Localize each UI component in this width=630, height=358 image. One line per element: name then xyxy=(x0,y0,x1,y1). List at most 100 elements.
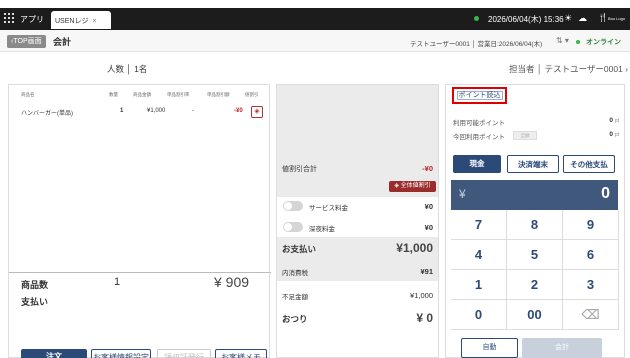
status-dot-icon xyxy=(474,16,479,21)
all-discount-label: 全体値割引 xyxy=(400,183,431,189)
staff-selector[interactable]: 担当者 │ テストユーザー0001 › xyxy=(509,63,628,75)
point-read-label: ポイント読込 xyxy=(456,91,503,100)
use-all-points-field[interactable]: 全額 xyxy=(513,131,537,140)
display-value: 0 xyxy=(601,185,610,202)
item-amount: -¥0 xyxy=(234,108,243,114)
divider xyxy=(9,272,271,273)
discount-total-value: -¥0 xyxy=(422,164,433,173)
people-count[interactable]: 人数 │ 1名 xyxy=(107,63,147,75)
item-count-label: 商品数 xyxy=(21,280,49,290)
item-discount-button[interactable]: ◈ xyxy=(251,106,263,118)
item-rate: - xyxy=(192,108,194,114)
late-night-toggle[interactable] xyxy=(283,222,303,232)
shortage-value: ¥1,000 xyxy=(410,291,433,300)
key-8[interactable]: 8 xyxy=(507,210,563,240)
online-status: オンライン xyxy=(586,39,621,46)
datetime-display: 2026/06/04(木) 15:36 xyxy=(488,15,564,24)
page-title: 会計 xyxy=(53,37,72,47)
close-icon[interactable]: × xyxy=(92,18,96,25)
store-logo[interactable]: 🍴Boo Logo xyxy=(598,13,625,22)
pay-value: ¥1,000 xyxy=(396,241,433,255)
col-name: 商品名 xyxy=(21,92,35,97)
other-payment-button[interactable]: その他支払 xyxy=(563,155,615,173)
keypad: 7 8 9 4 5 6 1 2 3 0 00 ⌫ xyxy=(451,210,619,330)
tab-usen-regi[interactable]: USENレジ × xyxy=(51,11,111,29)
staff-value: テストユーザー0001 xyxy=(544,64,623,74)
available-points-number: 0 xyxy=(609,117,614,124)
available-points-row: 利用可能ポイント 0 pt xyxy=(453,117,619,127)
key-00[interactable]: 00 xyxy=(507,300,563,330)
use-points-unit: pt xyxy=(614,132,619,138)
display-yen: ¥ xyxy=(459,187,466,201)
brightness-icon[interactable]: ☀ xyxy=(564,13,572,24)
key-7[interactable]: 7 xyxy=(451,210,507,240)
payment-terminal-button[interactable]: 決済端末 xyxy=(507,155,559,173)
item-price: ¥1,000 xyxy=(147,108,166,114)
shortage-label: 不足金額 xyxy=(282,294,308,301)
store-info: テストユーザー0001 │ 営業日:2026/06/04(木) xyxy=(410,41,543,48)
back-to-top-button[interactable]: ‹TOP画面 xyxy=(7,35,46,48)
page-header: ‹TOP画面 会計 テストユーザー0001 │ 営業日:2026/06/04(木… xyxy=(0,30,630,52)
late-night-value: ¥0 xyxy=(424,223,433,232)
customer-memo-button[interactable]: お客様メモ xyxy=(215,349,267,358)
use-points-number: 0 xyxy=(609,131,614,138)
col-price: 商品金額 xyxy=(133,92,151,97)
available-points-label: 利用可能ポイント xyxy=(453,120,505,127)
late-night-label: 深夜料金 xyxy=(309,226,335,233)
late-night-row: 深夜料金 ¥0 xyxy=(277,222,438,234)
apps-label[interactable]: アプリ xyxy=(20,14,44,25)
key-4[interactable]: 4 xyxy=(451,240,507,270)
system-topbar: アプリ USENレジ × 2026/06/04(木) 15:36 ☀ ☁ 🍴Boo… xyxy=(0,8,630,30)
discount-total-label: 値割引合計 xyxy=(282,166,317,173)
customer-info-button[interactable]: お客様情報設定 xyxy=(91,349,151,358)
point-read-button[interactable]: ポイント読込 xyxy=(452,87,507,104)
key-2[interactable]: 2 xyxy=(507,270,563,300)
key-1[interactable]: 1 xyxy=(451,270,507,300)
store-logo-label: Boo Logo xyxy=(607,16,626,21)
service-toggle[interactable] xyxy=(283,201,303,211)
discount-area: 値割引合計 -¥0 ◈ 全体値割引 xyxy=(277,85,438,197)
pay-label: お支払い xyxy=(282,244,317,254)
sync-icon[interactable]: ⇅ ▾ xyxy=(556,36,569,45)
key-3[interactable]: 3 xyxy=(563,270,619,300)
tax-value: ¥91 xyxy=(420,267,433,276)
service-value: ¥0 xyxy=(424,202,433,211)
points-unit: pt xyxy=(614,118,619,124)
key-5[interactable]: 5 xyxy=(507,240,563,270)
change-label: おつり xyxy=(282,314,308,324)
order-button[interactable]: 注文 xyxy=(21,349,87,358)
service-row: サービス料金 ¥0 xyxy=(277,201,438,213)
change-value: ¥ 0 xyxy=(416,311,433,325)
key-9[interactable]: 9 xyxy=(563,210,619,240)
key-6[interactable]: 6 xyxy=(563,240,619,270)
cloud-icon[interactable]: ☁ xyxy=(578,13,587,24)
summary-panel: 値割引合計 -¥0 ◈ 全体値割引 サービス料金 ¥0 深夜料金 ¥0 お支払い… xyxy=(276,84,439,358)
app-grid-icon[interactable] xyxy=(4,13,14,23)
col-qty: 数量 xyxy=(109,92,118,97)
col-discount: 値割引 xyxy=(245,92,259,97)
col-amount: 単品割引額 xyxy=(207,92,230,97)
key-0[interactable]: 0 xyxy=(451,300,507,330)
tag-icon: ◈ xyxy=(254,108,260,115)
payment-block: お支払い ¥1,000 内消費税 ¥91 xyxy=(277,237,438,281)
backspace-icon[interactable]: ⌫ xyxy=(563,300,619,330)
cash-button[interactable]: 現金 xyxy=(453,155,501,173)
tax-label: 内消費税 xyxy=(282,270,308,277)
people-value: 1名 xyxy=(134,64,148,74)
checkout-button[interactable]: 会計 xyxy=(522,338,602,358)
tab-label: USENレジ xyxy=(55,18,89,25)
people-label: 人数 xyxy=(107,64,125,74)
payment-label: 支払い xyxy=(21,297,49,307)
staff-label: 担当者 xyxy=(509,64,535,74)
col-rate: 単品割引率 xyxy=(167,92,190,97)
subtotal-value: ¥ 909 xyxy=(214,274,250,290)
receipt-button[interactable]: 領収証発行 xyxy=(157,349,211,358)
auto-button[interactable]: 自動 xyxy=(461,338,518,358)
all-discount-button[interactable]: ◈ 全体値割引 xyxy=(389,181,436,192)
use-points-value: 0 pt xyxy=(609,131,619,138)
service-label: サービス料金 xyxy=(309,205,348,212)
available-points-value: 0 pt xyxy=(609,117,619,124)
item-count-value: 1 xyxy=(114,276,121,288)
table-row[interactable]: ハンバーガー(単品) 1 ¥1,000 - -¥0 xyxy=(9,105,271,119)
table-header: 商品名 数量 商品金額 単品割引率 単品割引額 値割引 xyxy=(9,92,271,102)
